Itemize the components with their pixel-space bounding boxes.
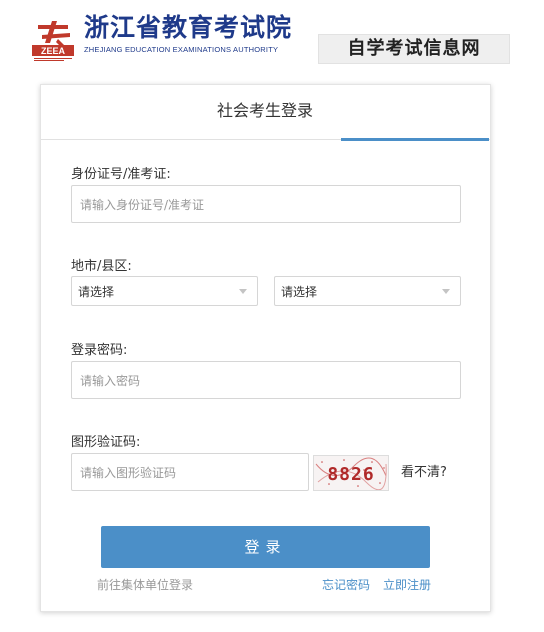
site-title-cn: 浙江省教育考试院 bbox=[84, 13, 293, 42]
refresh-captcha-link[interactable]: 看不清? bbox=[401, 461, 447, 480]
district-select-value: 请选择 bbox=[281, 284, 318, 299]
forgot-password-link[interactable]: 忘记密码 bbox=[322, 576, 370, 593]
logo-mark-text: ZEEA bbox=[41, 46, 66, 56]
id-input[interactable]: 请输入身份证号/准考证 bbox=[71, 185, 461, 223]
id-label: 身份证号/准考证: bbox=[71, 167, 171, 182]
captcha-text: 8826 bbox=[327, 464, 374, 485]
site-title-en: ZHEJIANG EDUCATION EXAMINATIONS AUTHORIT… bbox=[84, 45, 279, 54]
password-input-placeholder: 请输入密码 bbox=[80, 373, 141, 388]
captcha-input[interactable]: 请输入图形验证码 bbox=[71, 453, 309, 491]
register-link[interactable]: 立即注册 bbox=[383, 576, 431, 593]
password-input[interactable]: 请输入密码 bbox=[71, 361, 461, 399]
group-login-link[interactable]: 前往集体单位登录 bbox=[97, 576, 193, 593]
sub-brand: 自学考试信息网 bbox=[318, 34, 510, 64]
captcha-label: 图形验证码: bbox=[71, 435, 141, 450]
tab-social-login-label: 社会考生登录 bbox=[216, 101, 313, 120]
region-label: 地市/县区: bbox=[71, 259, 132, 274]
tab-bar: 社会考生登录 bbox=[41, 85, 490, 141]
site-header: ZEEA 浙江省教育考试院 ZHEJIANG EDUCATION EXAMINA… bbox=[0, 0, 544, 80]
city-select-value: 请选择 bbox=[78, 284, 115, 299]
zeea-logo-icon: ZEEA bbox=[30, 17, 76, 63]
tab-active-indicator bbox=[341, 138, 489, 141]
password-label: 登录密码: bbox=[71, 343, 128, 358]
city-select[interactable]: 请选择 bbox=[71, 276, 258, 306]
captcha-input-placeholder: 请输入图形验证码 bbox=[80, 465, 177, 480]
district-select[interactable]: 请选择 bbox=[274, 276, 461, 306]
login-card: 社会考生登录 身份证号/准考证: 请输入身份证号/准考证 地市/县区: 请选择 … bbox=[40, 84, 491, 612]
captcha-graphic: 8826 bbox=[314, 456, 388, 490]
chevron-down-icon bbox=[442, 289, 450, 294]
login-button[interactable]: 登录 bbox=[101, 526, 430, 568]
chevron-down-icon bbox=[239, 289, 247, 294]
site-title: 浙江省教育考试院 ZHEJIANG EDUCATION EXAMINATIONS… bbox=[84, 13, 293, 55]
tab-social-login[interactable]: 社会考生登录 bbox=[191, 85, 489, 141]
captcha-image[interactable]: 8826 bbox=[313, 455, 389, 491]
id-input-placeholder: 请输入身份证号/准考证 bbox=[80, 197, 205, 212]
